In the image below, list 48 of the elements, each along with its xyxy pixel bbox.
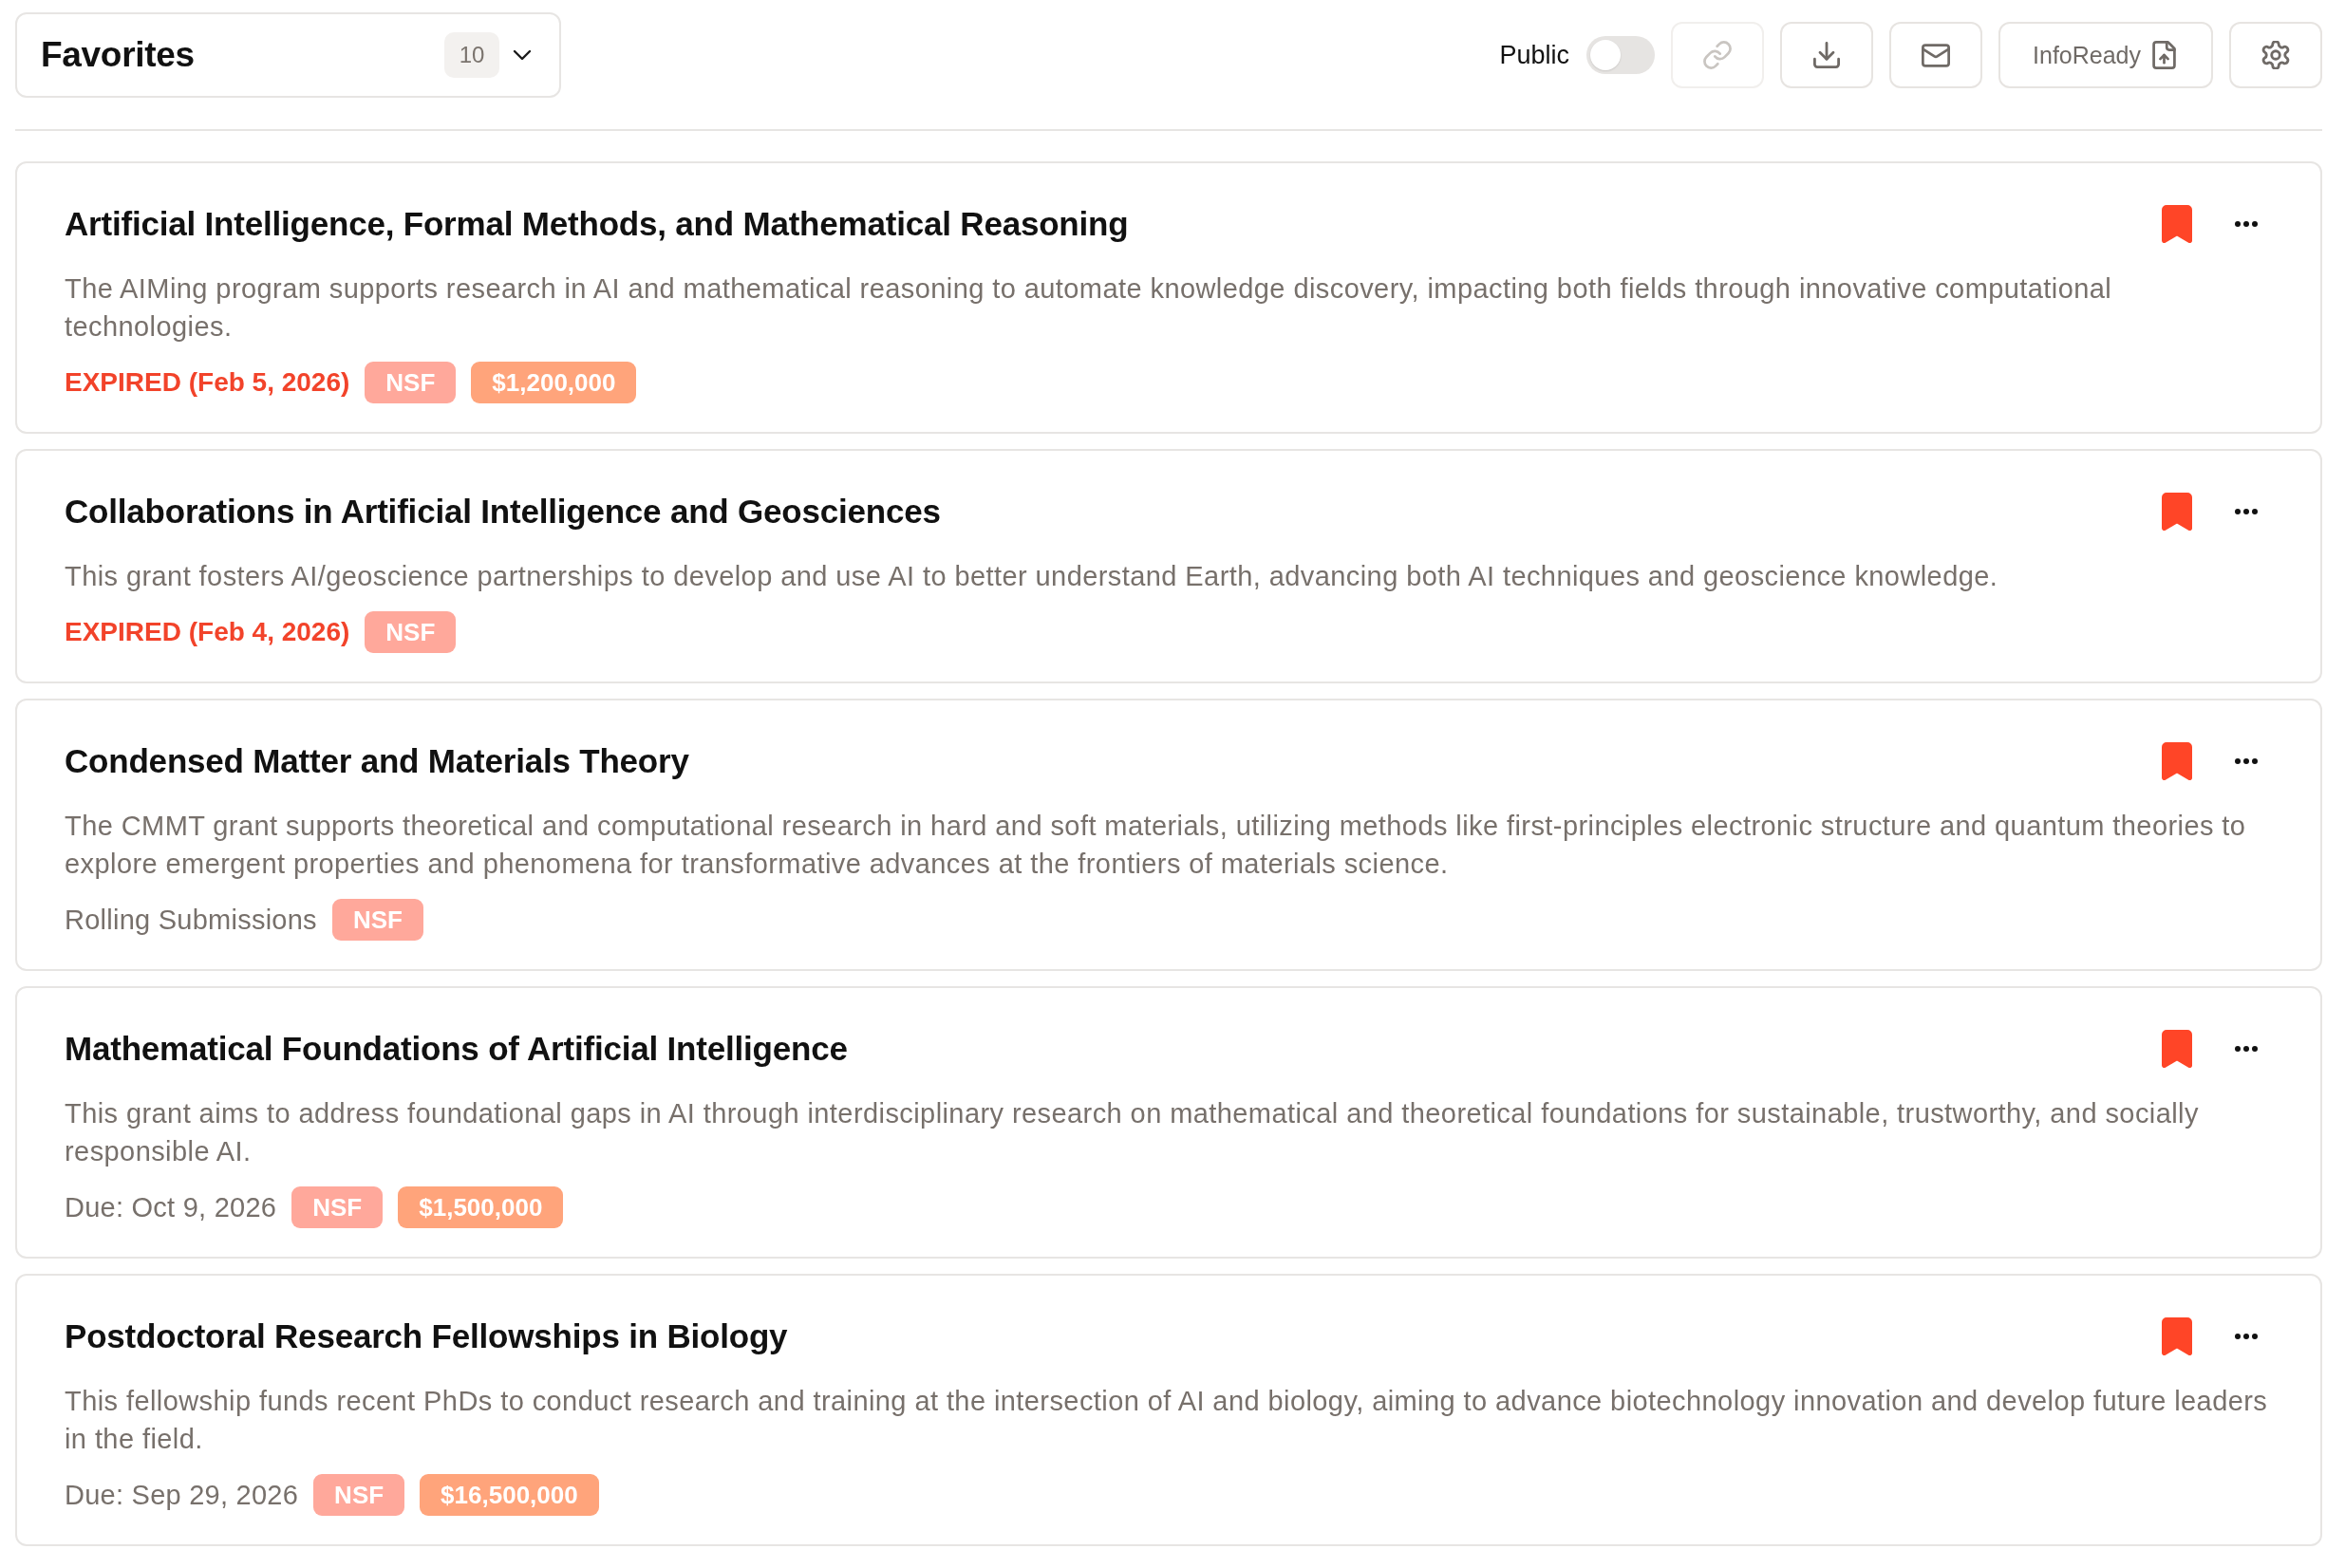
download-button[interactable] bbox=[1780, 22, 1874, 88]
grant-description: The CMMT grant supports theoretical and computational research in hard and soft materials, utilizing methods like first-principles electronic structure and quantum theories to explore emergent properties and phenomena for transformative advances at the frontiers of materials science. bbox=[65, 810, 2247, 881]
ellipsis-icon bbox=[2235, 1334, 2258, 1339]
count-badge: 10 bbox=[444, 32, 499, 78]
settings-icon bbox=[2261, 41, 2290, 69]
email-button[interactable] bbox=[1889, 22, 1983, 88]
grant-description: This grant aims to address foundational gaps in AI through interdisciplinary research on mathematical and theoretical foundations for sustainable, trustworthy, and socially responsible AI. bbox=[65, 1097, 2200, 1168]
mail-icon bbox=[1922, 43, 1951, 67]
due-date: Due: Oct 9, 2026 bbox=[65, 1191, 277, 1223]
agency-tag: NSF bbox=[331, 899, 423, 941]
agency-tag: NSF bbox=[365, 611, 457, 653]
list-title: Favorites bbox=[41, 35, 196, 75]
submission-status: Rolling Submissions bbox=[65, 904, 317, 936]
ellipsis-icon bbox=[2235, 509, 2258, 514]
ellipsis-icon bbox=[2235, 758, 2258, 764]
amount-tag: $16,500,000 bbox=[420, 1474, 599, 1516]
grant-title: Postdoctoral Research Fellowships in Biology bbox=[65, 1317, 789, 1355]
expired-date: EXPIRED (Feb 5, 2026) bbox=[65, 367, 350, 398]
agency-tag: NSF bbox=[291, 1186, 384, 1228]
grant-description: This fellowship funds recent PhDs to conduct research and training at the intersection of AI and biology, aiming to advance biotechnology innovation and develop future leaders in the field. bbox=[65, 1385, 2269, 1456]
grant-title: Condensed Matter and Materials Theory bbox=[65, 742, 690, 780]
ellipsis-icon bbox=[2235, 221, 2258, 227]
list-selector[interactable]: Favorites 10 bbox=[15, 12, 561, 98]
agency-tag: NSF bbox=[365, 362, 457, 403]
toggle-label: Public bbox=[1499, 40, 1570, 70]
bookmark-icon[interactable] bbox=[2162, 493, 2192, 531]
settings-button[interactable] bbox=[2229, 22, 2322, 88]
amount-tag: $1,500,000 bbox=[398, 1186, 564, 1228]
amount-tag: $1,200,000 bbox=[471, 362, 637, 403]
link-icon bbox=[1703, 41, 1733, 69]
grant-description: The AIMing program supports research in AI and mathematical reasoning to automate knowledge discovery, impacting both fields through innovative computational technologies. bbox=[65, 272, 2113, 344]
grant-title: Artificial Intelligence, Formal Methods, and Mathematical Reasoning bbox=[65, 205, 1130, 243]
bookmark-icon[interactable] bbox=[2162, 1317, 2192, 1355]
agency-tag: NSF bbox=[313, 1474, 405, 1516]
file-upload-icon bbox=[2152, 41, 2176, 69]
grant-description: This grant fosters AI/geoscience partnerships to develop and use AI to better understand Earth, advancing both AI techniques and geoscience knowledge. bbox=[65, 560, 1999, 593]
expired-date: EXPIRED (Feb 4, 2026) bbox=[65, 617, 350, 647]
grant-title: Mathematical Foundations of Artificial Intelligence bbox=[65, 1030, 849, 1068]
ellipsis-icon bbox=[2235, 1046, 2258, 1052]
infoready-button[interactable]: InfoReady bbox=[1998, 22, 2213, 88]
download-icon bbox=[1813, 42, 1841, 68]
bookmark-icon[interactable] bbox=[2162, 1030, 2192, 1068]
bookmark-icon[interactable] bbox=[2162, 742, 2192, 780]
due-date: Due: Sep 29, 2026 bbox=[65, 1479, 299, 1511]
bookmark-icon[interactable] bbox=[2162, 205, 2192, 243]
grant-title: Collaborations in Artificial Intelligence and Geosciences bbox=[65, 493, 942, 531]
public-toggle[interactable] bbox=[1586, 36, 1656, 74]
chevron-down-icon bbox=[513, 49, 532, 61]
